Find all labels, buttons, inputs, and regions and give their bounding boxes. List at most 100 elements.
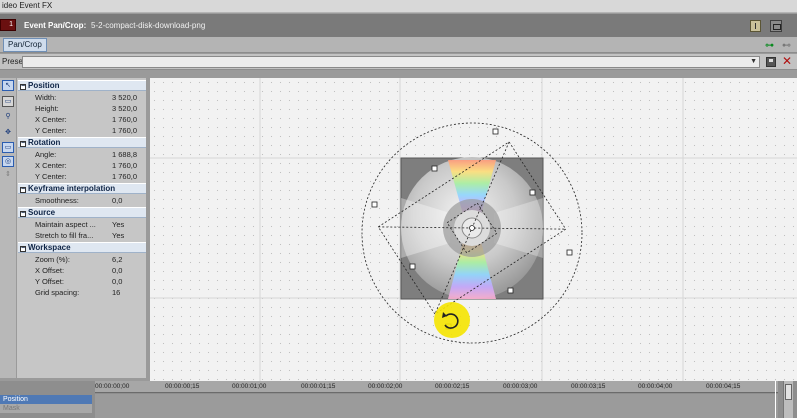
- properties-panel: − Position Width: 3 520,0 Height: 3 520,0 X…: [17, 78, 146, 378]
- preset-dropdown[interactable]: ▼: [22, 56, 760, 68]
- prop-row[interactable]: Y Center: 1 760,0: [35, 171, 145, 182]
- prop-value[interactable]: 0,0: [112, 265, 122, 276]
- prop-name: Y Center:: [35, 126, 67, 135]
- section-workspace[interactable]: − Workspace: [18, 242, 146, 253]
- chevron-down-icon[interactable]: ▼: [750, 58, 757, 65]
- prop-name: Grid spacing:: [35, 288, 80, 297]
- prop-name: Width:: [35, 93, 57, 102]
- prop-value[interactable]: 3 520,0: [112, 92, 137, 103]
- tab-pan-crop[interactable]: Pan/Crop: [3, 38, 47, 52]
- plugin-chain-bar: Pan/Crop ⊶ ⊷: [0, 37, 797, 53]
- scale-about-center-icon[interactable]: ◎: [2, 156, 14, 167]
- prop-name: Y Offset:: [35, 277, 64, 286]
- split-screen-icon[interactable]: [750, 20, 761, 32]
- time-tick: 00:00:00;15: [165, 383, 200, 390]
- prop-row[interactable]: X Center: 1 760,0: [35, 160, 145, 171]
- prop-name: Maintain aspect ...: [35, 220, 96, 229]
- time-tick: 00:00:03;00: [503, 383, 538, 390]
- lock-aspect-icon[interactable]: ▭: [2, 142, 14, 153]
- section-title: Position: [28, 81, 60, 90]
- prop-name: Angle:: [35, 150, 57, 159]
- prop-row[interactable]: Maintain aspect ... Yes: [35, 219, 145, 230]
- prop-value[interactable]: 6,2: [112, 254, 122, 265]
- time-tick: 00:00:04;15: [706, 383, 741, 390]
- time-tick: 00:00:03;15: [571, 383, 606, 390]
- event-source-name: 5-2-compact-disk-download-png: [91, 21, 206, 30]
- time-ruler[interactable]: 00:00:00;00 00:00:00;15 00:00:01;00 00:0…: [95, 381, 778, 393]
- prop-name: Zoom (%):: [35, 255, 71, 264]
- workspace-graphics: [150, 78, 797, 381]
- scrollbar-thumb[interactable]: [785, 384, 792, 400]
- prop-value[interactable]: 0,0: [112, 276, 122, 287]
- section-title: Source: [28, 208, 56, 217]
- collapse-icon[interactable]: −: [20, 210, 26, 217]
- prop-value[interactable]: 1 688,8: [112, 149, 137, 160]
- zoom-edit-tool-icon[interactable]: ▭: [2, 96, 14, 107]
- prop-value[interactable]: 1 760,0: [112, 125, 137, 136]
- prop-value[interactable]: 1 760,0: [112, 160, 137, 171]
- prop-name: Y Center:: [35, 172, 67, 181]
- section-rotation[interactable]: − Rotation: [18, 137, 146, 148]
- timeline-scrollbar[interactable]: [783, 381, 793, 418]
- normal-edit-tool-icon[interactable]: ↖: [2, 80, 14, 91]
- remove-plugin-icon[interactable]: ⊷: [782, 41, 793, 50]
- event-label: Event Pan/Crop:: [24, 21, 87, 30]
- prop-name: Smoothness:: [35, 196, 79, 205]
- bypass-icon[interactable]: [770, 20, 782, 32]
- keyframe-lane[interactable]: [95, 394, 778, 418]
- prop-row[interactable]: Zoom (%): 6,2: [35, 254, 145, 265]
- prop-row[interactable]: Smoothness: 0,0: [35, 195, 145, 206]
- section-title: Rotation: [28, 138, 61, 147]
- section-source[interactable]: − Source: [18, 207, 146, 218]
- time-tick: 00:00:02;00: [368, 383, 403, 390]
- event-thumbnail[interactable]: 1: [0, 19, 16, 31]
- prop-value[interactable]: 1 760,0: [112, 114, 137, 125]
- prop-name: Height:: [35, 104, 59, 113]
- time-tick: 00:00:04;00: [638, 383, 673, 390]
- prop-value[interactable]: 16: [112, 287, 120, 298]
- preset-bar: Preset: ▼ ✕: [0, 54, 797, 70]
- prop-value[interactable]: 1 760,0: [112, 171, 137, 182]
- prop-row[interactable]: Y Offset: 0,0: [35, 276, 145, 287]
- section-title: Workspace: [28, 243, 71, 252]
- collapse-icon[interactable]: −: [20, 140, 26, 147]
- prop-row[interactable]: Grid spacing: 16: [35, 287, 145, 298]
- pan-crop-workspace[interactable]: [150, 78, 797, 381]
- prop-row[interactable]: Stretch to fill fra... Yes: [35, 230, 145, 241]
- event-header: 1 Event Pan/Crop: 5-2-compact-disk-downl…: [0, 14, 797, 37]
- section-title: Keyframe interpolation: [28, 184, 116, 193]
- time-tick: 00:00:00;00: [95, 383, 130, 390]
- prop-value[interactable]: 0,0: [112, 195, 122, 206]
- playhead[interactable]: [775, 381, 776, 418]
- move-icon[interactable]: ⇕: [2, 170, 14, 181]
- prop-name: X Offset:: [35, 266, 65, 275]
- prop-value[interactable]: Yes: [112, 230, 124, 241]
- prop-row[interactable]: Y Center: 1 760,0: [35, 125, 145, 136]
- plugin-chain-icon[interactable]: ⊶: [765, 41, 776, 50]
- tool-strip: ↖ ▭ ⚲ ✥ ▭ ◎ ⇕: [0, 78, 16, 378]
- section-keyframe-interpolation[interactable]: − Keyframe interpolation: [18, 183, 146, 194]
- delete-preset-icon[interactable]: ✕: [782, 54, 792, 68]
- time-tick: 00:00:01;00: [232, 383, 267, 390]
- collapse-icon[interactable]: −: [20, 186, 26, 193]
- track-mask[interactable]: Mask: [0, 404, 92, 413]
- prop-value[interactable]: Yes: [112, 219, 124, 230]
- prop-row[interactable]: Height: 3 520,0: [35, 103, 145, 114]
- prop-row[interactable]: Angle: 1 688,8: [35, 149, 145, 160]
- magnifier-icon[interactable]: ⚲: [2, 112, 14, 123]
- track-position[interactable]: Position: [0, 395, 92, 404]
- window-titlebar: ideo Event FX: [0, 0, 797, 13]
- save-preset-icon[interactable]: [766, 57, 776, 67]
- prop-row[interactable]: X Center: 1 760,0: [35, 114, 145, 125]
- time-tick: 00:00:01;15: [301, 383, 336, 390]
- prop-row[interactable]: Width: 3 520,0: [35, 92, 145, 103]
- cursor-highlight: [434, 302, 470, 338]
- prop-value[interactable]: 3 520,0: [112, 103, 137, 114]
- collapse-icon[interactable]: −: [20, 245, 26, 252]
- time-tick: 00:00:02;15: [435, 383, 470, 390]
- move-free-icon[interactable]: ✥: [2, 128, 14, 139]
- section-position[interactable]: − Position: [18, 80, 146, 91]
- collapse-icon[interactable]: −: [20, 83, 26, 90]
- prop-row[interactable]: X Offset: 0,0: [35, 265, 145, 276]
- prop-name: X Center:: [35, 115, 67, 124]
